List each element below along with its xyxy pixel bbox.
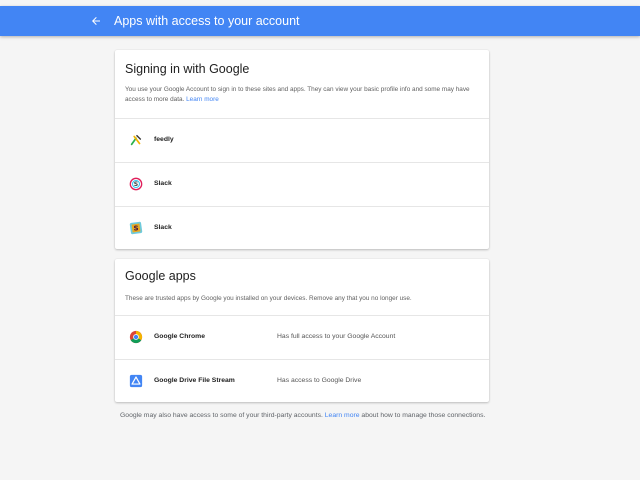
svg-text:S: S [134,181,138,188]
card-title: Google apps [125,269,196,283]
drive-file-stream-icon [129,374,143,388]
card-title: Signing in with Google [125,62,250,76]
app-row-feedly[interactable]: feedly [115,118,489,162]
app-row-google-chrome[interactable]: Google Chrome Has full access to your Go… [115,315,489,359]
third-party-accounts-note: Google may also have access to some of y… [120,410,490,421]
svg-text:S: S [133,225,138,233]
app-access-description: Has access to Google Drive [277,377,362,384]
chrome-icon [129,330,143,344]
signin-with-google-card: Signing in with Google You use your Goog… [115,50,489,249]
google-apps-card: Google apps These are trusted apps by Go… [115,259,489,402]
app-access-description: Has full access to your Google Account [277,333,396,340]
slack-icon: S [129,177,143,191]
card-description: You use your Google Account to sign in t… [125,85,479,105]
description-text: You use your Google Account to sign in t… [125,86,470,103]
app-row-slack[interactable]: S Slack [115,162,489,206]
app-row-google-drive-file-stream[interactable]: Google Drive File Stream Has access to G… [115,359,489,403]
back-button[interactable] [88,13,104,29]
app-bar: Apps with access to your account [0,6,640,36]
note-text: Google may also have access to some of y… [120,412,323,419]
note-text-continued: about how to manage those connections. [361,412,486,419]
app-row-slack-2[interactable]: S Slack [115,206,489,250]
slack-icon: S [129,221,143,235]
app-name: Slack [154,224,172,231]
app-name: Slack [154,180,172,187]
page-title: Apps with access to your account [114,14,300,28]
feedly-icon [130,134,142,146]
learn-more-link[interactable]: Learn more [186,96,219,103]
arrow-left-icon [92,17,100,25]
app-name: Google Drive File Stream [154,377,235,384]
app-name: Google Chrome [154,333,205,340]
card-description: These are trusted apps by Google you ins… [125,295,412,302]
app-name: feedly [154,136,174,143]
learn-more-link[interactable]: Learn more [325,412,360,419]
